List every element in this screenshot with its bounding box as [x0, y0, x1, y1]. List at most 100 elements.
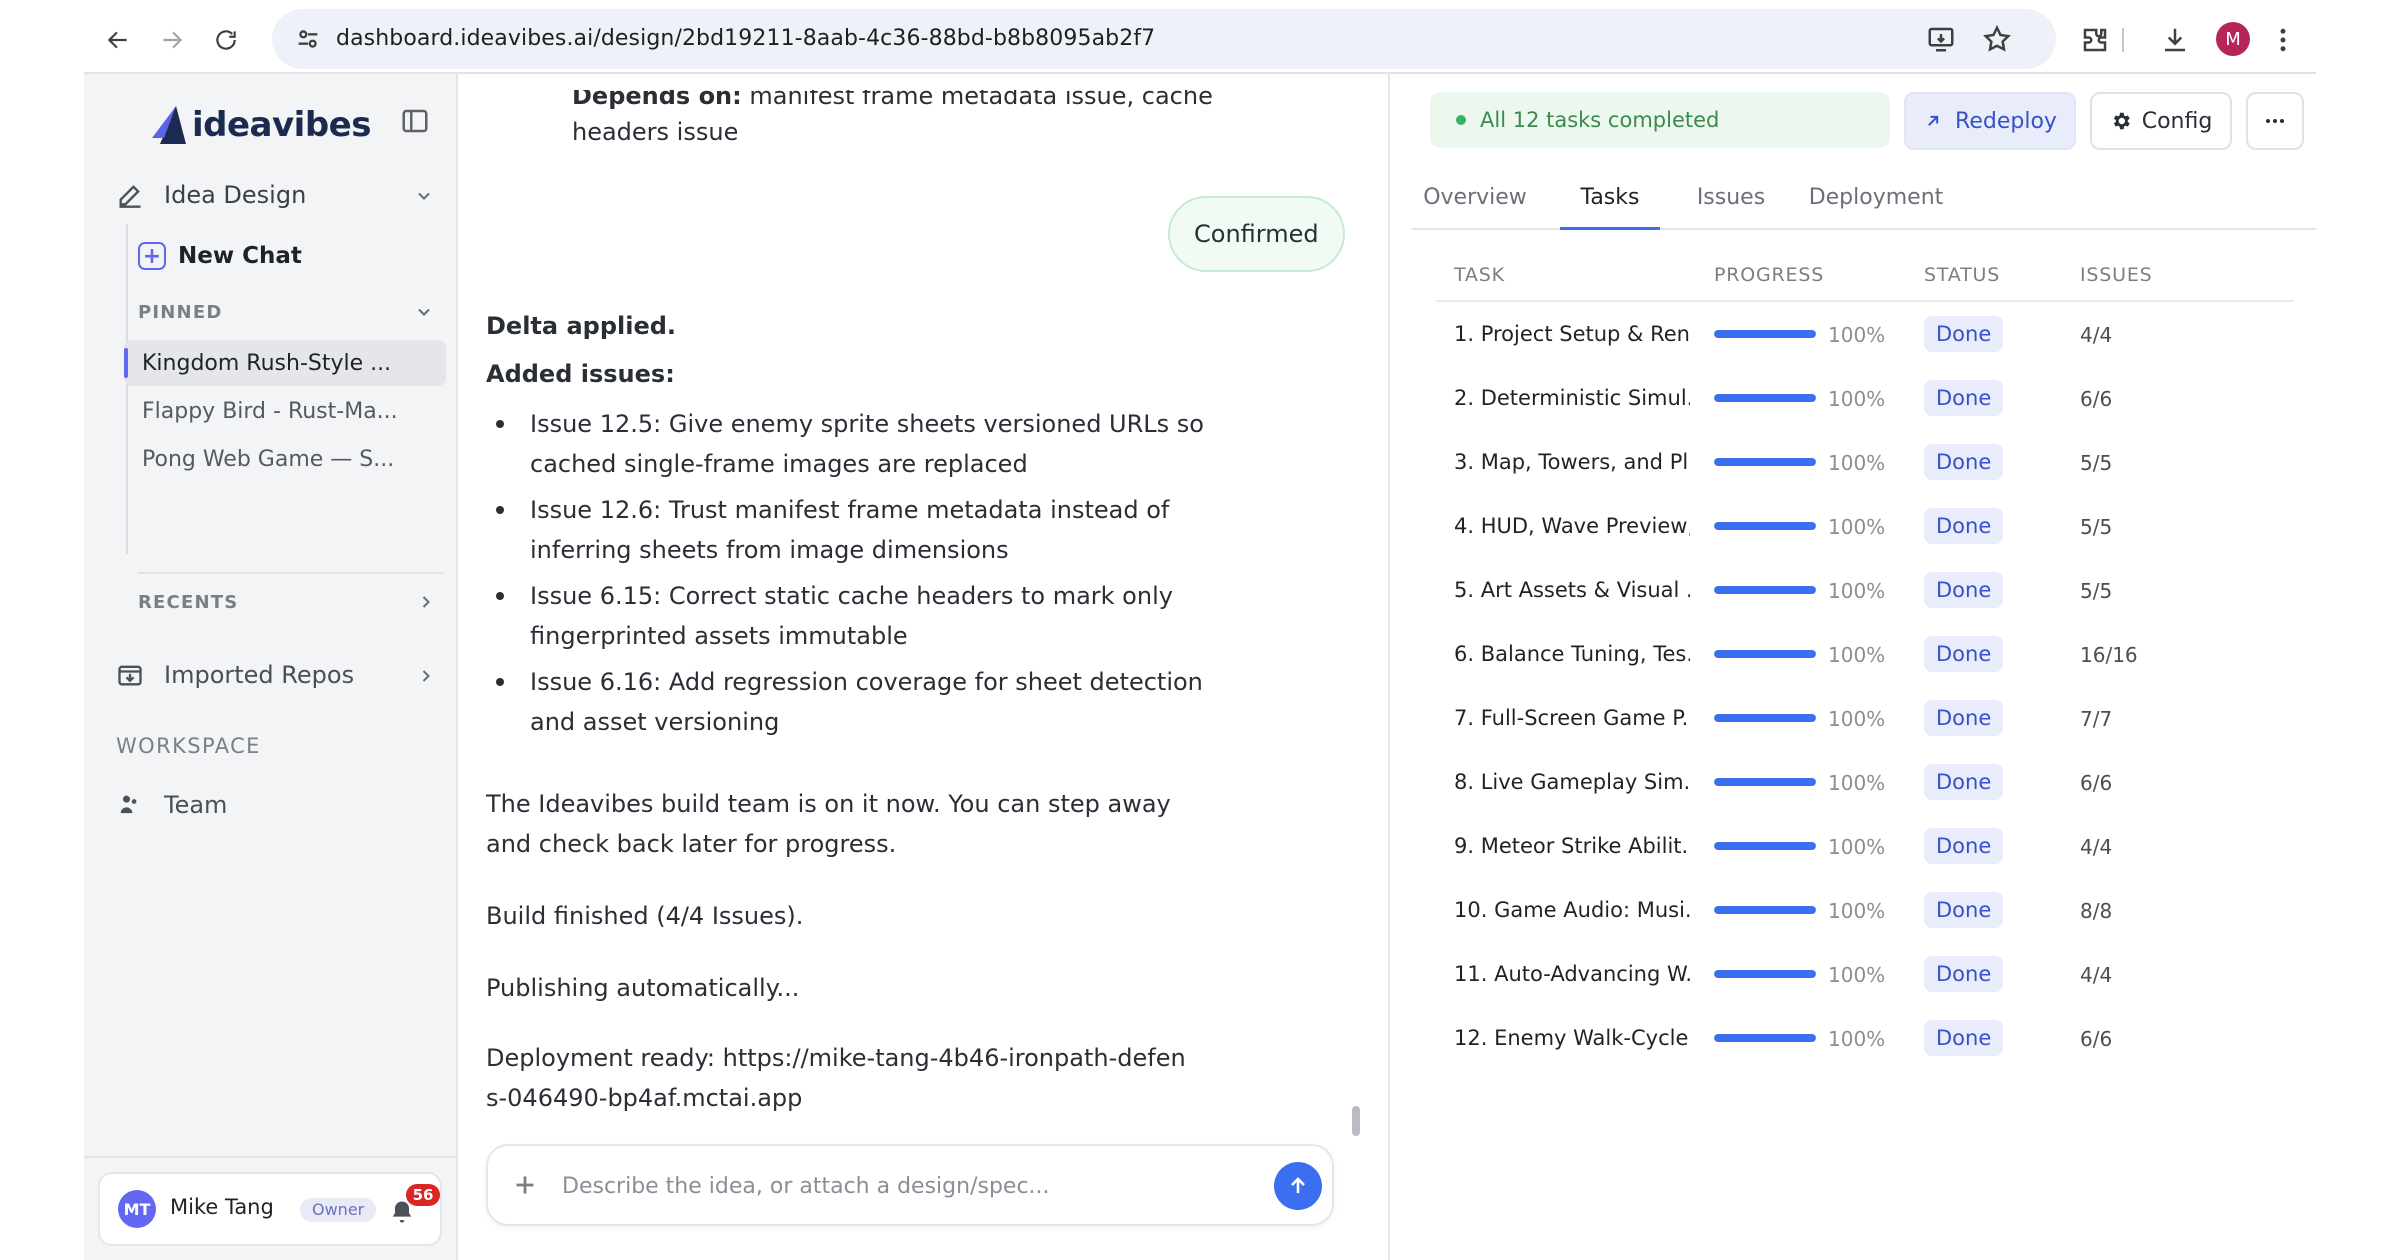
issue-count: 4/4 — [2080, 323, 2113, 347]
task-table: TASK PROGRESS STATUS ISSUES 1. Project S… — [1436, 252, 2294, 1070]
progress-bar — [1714, 330, 1816, 338]
plus-icon: + — [138, 242, 166, 270]
download-icon[interactable] — [2160, 25, 2190, 55]
delta-applied-heading: Delta applied. — [486, 312, 677, 340]
issue-count: 6/6 — [2080, 387, 2113, 411]
task-name[interactable]: 3. Map, Towers, and Pl... — [1454, 450, 1690, 474]
table-row[interactable]: 11. Auto-Advancing W... 100% Done 4/4 — [1436, 942, 2294, 1006]
url-text[interactable]: dashboard.ideavibes.ai/design/2bd19211-8… — [336, 9, 1155, 69]
table-row[interactable]: 10. Game Audio: Musi... 100% Done 8/8 — [1436, 878, 2294, 942]
more-button[interactable] — [2246, 92, 2304, 150]
table-row[interactable]: 6. Balance Tuning, Tes... 100% Done 16/16 — [1436, 622, 2294, 686]
pinned-chat-item[interactable]: Kingdom Rush-Style ... — [124, 340, 446, 386]
progress-percent: 100% — [1828, 323, 1886, 347]
progress-bar-fill — [1714, 970, 1816, 978]
forward-icon[interactable] — [156, 24, 188, 56]
task-name[interactable]: 12. Enemy Walk-Cycle ... — [1454, 1026, 1690, 1050]
divider — [138, 572, 444, 574]
progress-bar-fill — [1714, 522, 1816, 530]
team-item[interactable]: Team — [116, 782, 227, 828]
profile-avatar[interactable]: M — [2216, 22, 2250, 56]
task-name[interactable]: 6. Balance Tuning, Tes... — [1454, 642, 1690, 666]
new-chat-button[interactable]: + New Chat — [138, 234, 302, 278]
issue-count: 4/4 — [2080, 835, 2113, 859]
task-name[interactable]: 11. Auto-Advancing W... — [1454, 962, 1690, 986]
table-row[interactable]: 5. Art Assets & Visual ... 100% Done 5/5 — [1436, 558, 2294, 622]
progress-bar — [1714, 778, 1816, 786]
list-item: Issue 12.6: Trust manifest frame metadat… — [496, 490, 1250, 570]
role-badge: Owner — [300, 1198, 377, 1222]
progress-percent: 100% — [1828, 899, 1886, 923]
table-row[interactable]: 2. Deterministic Simul... 100% Done 6/6 — [1436, 366, 2294, 430]
table-row[interactable]: 1. Project Setup & Ren... 100% Done 4/4 — [1436, 302, 2294, 366]
star-icon[interactable] — [1982, 24, 2012, 54]
task-name[interactable]: 9. Meteor Strike Abilit... — [1454, 834, 1690, 858]
status-text: All 12 tasks completed — [1480, 108, 1720, 132]
task-name[interactable]: 1. Project Setup & Ren... — [1454, 322, 1690, 346]
progress-bar — [1714, 1034, 1816, 1042]
table-header: TASK PROGRESS STATUS ISSUES — [1436, 252, 2294, 302]
progress-bar — [1714, 906, 1816, 914]
extensions-icon[interactable] — [2080, 25, 2110, 55]
progress-bar-fill — [1714, 650, 1816, 658]
task-name[interactable]: 8. Live Gameplay Sim... — [1454, 770, 1690, 794]
message-composer — [486, 1144, 1334, 1226]
pinned-chat-item[interactable]: Flappy Bird - Rust-Ma... — [124, 388, 446, 434]
user-card[interactable]: MT Mike Tang Owner 56 — [98, 1172, 442, 1246]
table-row[interactable]: 4. HUD, Wave Preview,... 100% Done 5/5 — [1436, 494, 2294, 558]
reload-icon[interactable] — [210, 24, 242, 56]
table-row[interactable]: 8. Live Gameplay Sim... 100% Done 6/6 — [1436, 750, 2294, 814]
task-rows: 1. Project Setup & Ren... 100% Done 4/4 2. D… — [1436, 302, 2294, 1070]
redeploy-button[interactable]: Redeploy — [1904, 92, 2076, 150]
pinned-chat-item[interactable]: Pong Web Game — S... — [124, 436, 446, 482]
config-button[interactable]: Config — [2090, 92, 2232, 150]
issue-count: 8/8 — [2080, 899, 2113, 923]
table-row[interactable]: 12. Enemy Walk-Cycle ... 100% Done 6/6 — [1436, 1006, 2294, 1070]
issue-list: Issue 12.5: Give enemy sprite sheets ver… — [496, 404, 1250, 748]
user-message-bubble: Confirmed — [1168, 196, 1345, 272]
pinned-chevron-down-icon[interactable] — [414, 302, 434, 322]
recents-chevron-right-icon[interactable] — [416, 592, 436, 612]
repos-chevron-right-icon[interactable] — [416, 666, 436, 686]
task-name[interactable]: 5. Art Assets & Visual ... — [1454, 578, 1690, 602]
status-badge: Done — [1924, 892, 2004, 928]
kebab-icon[interactable] — [2268, 25, 2298, 55]
avatar[interactable]: MT — [118, 1190, 156, 1228]
progress-bar — [1714, 522, 1816, 530]
idea-design-section[interactable]: Idea Design — [116, 172, 306, 218]
tab-issues[interactable]: Issues — [1678, 168, 1784, 230]
table-row[interactable]: 9. Meteor Strike Abilit... 100% Done 4/4 — [1436, 814, 2294, 878]
status-badge: Done — [1924, 956, 2004, 992]
address-bar[interactable]: dashboard.ideavibes.ai/design/2bd19211-8… — [272, 9, 2056, 69]
message-input[interactable] — [562, 1164, 1242, 1208]
chat-text-partial: Depends on: manifest frame metadata issu… — [572, 90, 1213, 116]
progress-percent: 100% — [1828, 707, 1886, 731]
progress-bar-fill — [1714, 458, 1816, 466]
back-icon[interactable] — [102, 24, 134, 56]
scrollbar-thumb[interactable] — [1352, 1106, 1360, 1136]
issue-count: 6/6 — [2080, 1027, 2113, 1051]
tab-tasks[interactable]: Tasks — [1560, 168, 1660, 230]
sidebar-toggle-icon[interactable] — [400, 106, 430, 136]
site-info-icon[interactable] — [294, 25, 322, 53]
table-row[interactable]: 3. Map, Towers, and Pl... 100% Done 5/5 — [1436, 430, 2294, 494]
tab-overview[interactable]: Overview — [1412, 168, 1538, 230]
deployment-link-text[interactable]: Deployment ready: https://mike-tang-4b46… — [486, 1038, 1186, 1118]
column-header-issues: ISSUES — [2080, 264, 2153, 286]
imported-repos-item[interactable]: Imported Repos — [116, 652, 354, 698]
task-name[interactable]: 2. Deterministic Simul... — [1454, 386, 1690, 410]
chevron-down-icon[interactable] — [414, 186, 434, 206]
install-icon[interactable] — [1926, 24, 1956, 54]
progress-bar — [1714, 394, 1816, 402]
task-name[interactable]: 10. Game Audio: Musi... — [1454, 898, 1690, 922]
attach-plus-icon[interactable] — [508, 1168, 542, 1202]
table-row[interactable]: 7. Full-Screen Game P... 100% Done 7/7 — [1436, 686, 2294, 750]
send-button[interactable] — [1274, 1162, 1322, 1210]
task-name[interactable]: 7. Full-Screen Game P... — [1454, 706, 1690, 730]
progress-bar — [1714, 970, 1816, 978]
progress-percent: 100% — [1828, 387, 1886, 411]
task-name[interactable]: 4. HUD, Wave Preview,... — [1454, 514, 1690, 538]
status-badge: Done — [1924, 764, 2004, 800]
tab-deployment[interactable]: Deployment — [1802, 168, 1950, 230]
brand-logo[interactable]: ideavibes — [150, 100, 371, 150]
